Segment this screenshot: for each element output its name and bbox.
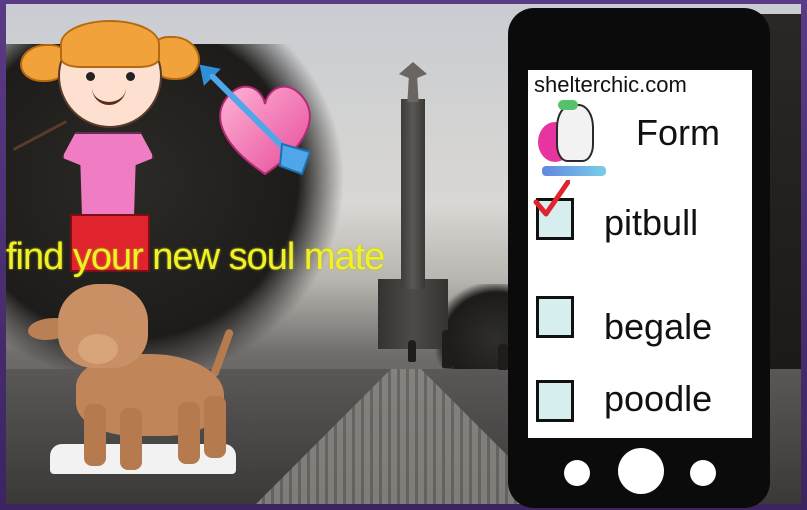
logo-hat (558, 100, 578, 110)
pedestrian (442, 330, 452, 368)
option-begale[interactable]: begale (536, 292, 750, 352)
puppy-leg (120, 408, 142, 470)
logo-cat-icon (556, 104, 594, 162)
puppy-tail (209, 328, 235, 378)
logo-wordmark (542, 166, 606, 176)
girl-hair (60, 20, 160, 68)
phone-screen: shelterchic.com Form pitbull begale pood… (528, 70, 752, 438)
form-title: Form (636, 112, 720, 153)
monument-column (401, 99, 425, 289)
monument-base (378, 279, 448, 349)
option-poodle[interactable]: poodle (536, 376, 750, 436)
phone-button-left[interactable] (564, 460, 590, 486)
pedestrian (408, 340, 416, 362)
eye (86, 72, 95, 81)
checkbox[interactable] (536, 296, 574, 338)
checkbox[interactable] (536, 380, 574, 422)
option-label: begale (604, 306, 713, 347)
puppy-leg (178, 402, 200, 464)
phone-mockup: shelterchic.com Form pitbull begale pood… (508, 8, 770, 508)
heart-with-arrow-icon (210, 74, 312, 176)
eye (126, 72, 135, 81)
cartoon-girl (12, 14, 200, 274)
image-frame: find your new soul mate shelterchic.com … (0, 0, 807, 510)
stick (12, 120, 68, 151)
puppy-leg (204, 396, 226, 458)
pedestrian (498, 344, 508, 370)
option-label: pitbull (604, 202, 699, 243)
phone-home-button[interactable] (618, 448, 664, 494)
pitbull-puppy-image (28, 284, 238, 480)
check-mark-icon (533, 180, 570, 217)
option-label: poodle (604, 378, 713, 419)
phone-button-right[interactable] (690, 460, 716, 486)
puppy-snout (78, 334, 118, 364)
option-pitbull[interactable]: pitbull (533, 180, 750, 254)
site-url: shelterchic.com (534, 72, 687, 97)
shelterchic-logo (538, 100, 608, 180)
puppy-leg (84, 404, 106, 466)
monument-statue (399, 62, 427, 102)
tagline-text: find your new soul mate (6, 236, 385, 278)
pink-shirt (62, 132, 154, 224)
